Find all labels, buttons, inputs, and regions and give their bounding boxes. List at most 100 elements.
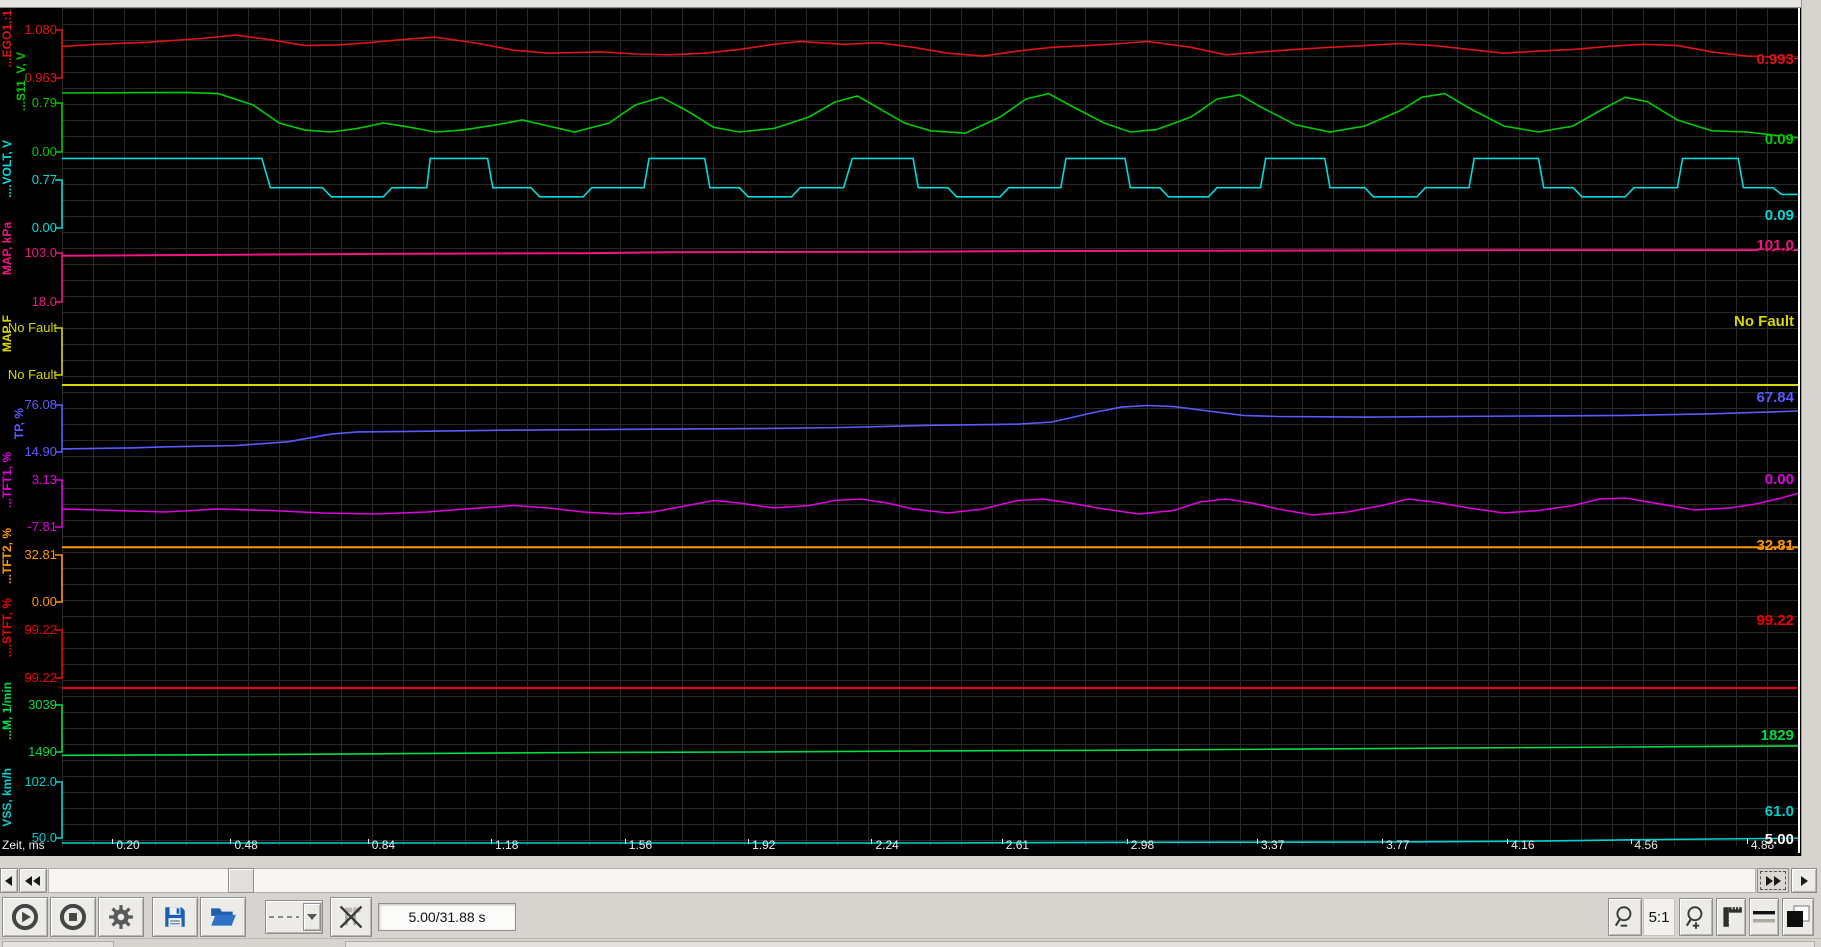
x-tick-5: 1.92 bbox=[748, 839, 775, 852]
scroll-jump-left-button[interactable] bbox=[19, 868, 47, 893]
current-value-volt: 0.09 bbox=[1764, 207, 1794, 224]
double-right-arrow-icon bbox=[1766, 875, 1781, 886]
trace-tp bbox=[61, 404, 1800, 450]
trace-tft1 bbox=[61, 492, 1800, 516]
channel-label-ego1: ...EGO1,:1 bbox=[0, 10, 14, 68]
color-swatch-icon bbox=[1787, 905, 1810, 927]
stop-icon bbox=[59, 903, 87, 931]
current-value-map: 101.0 bbox=[1756, 237, 1794, 254]
current-value-map-fault: No Fault bbox=[1734, 313, 1794, 330]
x-tick-8: 2.98 bbox=[1126, 839, 1154, 852]
zoom-out-icon bbox=[1614, 906, 1632, 927]
x-tick-9: 3.37 bbox=[1257, 839, 1284, 852]
current-value-vss: 61.0 bbox=[1764, 803, 1794, 820]
step-left-icon bbox=[5, 875, 12, 886]
scale-max-tft2: 32.81 bbox=[24, 547, 57, 562]
current-value-rpm: 1829 bbox=[1760, 727, 1794, 744]
save-button[interactable] bbox=[152, 897, 198, 937]
time-position-value: 5.00/31.88 s bbox=[408, 909, 486, 925]
crossed-markers-icon bbox=[339, 905, 363, 929]
window-right-edge bbox=[1801, 0, 1821, 858]
x-tick-11: 4.16 bbox=[1507, 839, 1535, 852]
dropdown-arrow-button[interactable] bbox=[303, 903, 321, 931]
zoom-ratio-display: 5:1 bbox=[1643, 898, 1675, 936]
zoom-ratio-value: 5:1 bbox=[1648, 908, 1670, 926]
trace-rpm bbox=[61, 745, 1800, 757]
scale-max-ego1: 1.080 bbox=[24, 22, 57, 37]
scale-min-map-fault: No Fault bbox=[7, 367, 57, 382]
current-value-tft2: 32.81 bbox=[1756, 537, 1794, 554]
scale-min-ego1: 0.963 bbox=[24, 70, 57, 85]
x-tick-10: 3.77 bbox=[1382, 839, 1409, 852]
current-value-ego1: 0.993 bbox=[1756, 51, 1794, 68]
scale-max-map-fault: No Fault bbox=[7, 320, 57, 335]
cursor-time-value: 5.00 bbox=[1764, 831, 1794, 848]
time-cursor bbox=[1798, 8, 1800, 853]
scale-max-volt: 0.77 bbox=[31, 172, 57, 187]
x-tick-1: 0.48 bbox=[230, 839, 258, 852]
diagnostic-logger-window: ...EGO1,:1 1.080 0.963 0.993 ...S11_V, V 0.79… bbox=[0, 0, 1821, 947]
line-width-button[interactable] bbox=[1749, 898, 1779, 936]
scroll-step-left-button[interactable] bbox=[0, 868, 18, 893]
clipped-field bbox=[345, 941, 1815, 947]
scale-max-map: 103.0 bbox=[24, 245, 57, 260]
scroll-jump-right-button[interactable] bbox=[1757, 868, 1789, 893]
clipped-bottom-row bbox=[0, 938, 1821, 947]
step-right-icon bbox=[1801, 875, 1808, 886]
clipped-control bbox=[2, 941, 114, 947]
scale-min-map: 18.0 bbox=[31, 294, 57, 309]
scale-max-tft1: 3.13 bbox=[31, 472, 57, 487]
save-icon bbox=[165, 907, 185, 927]
x-tick-7: 2.61 bbox=[1001, 839, 1029, 852]
channel-label-volt: ....VOLT, V bbox=[0, 140, 14, 198]
plot-area[interactable]: ...EGO1,:1 1.080 0.963 0.993 ...S11_V, V 0.79… bbox=[0, 8, 1801, 856]
x-tick-4: 1.56 bbox=[624, 839, 652, 852]
zoom-out-button[interactable] bbox=[1608, 898, 1642, 936]
play-button[interactable] bbox=[2, 897, 48, 937]
window-top-edge bbox=[0, 0, 1821, 8]
play-icon bbox=[11, 903, 39, 931]
timeline-scrollbar-track[interactable] bbox=[48, 868, 1756, 893]
traces-layer bbox=[55, 29, 1800, 844]
scale-max-stft: 99.22 bbox=[24, 622, 57, 637]
line-width-icon bbox=[1753, 911, 1775, 923]
chevron-down-icon bbox=[307, 914, 317, 920]
timeline-scrollbar-thumb[interactable] bbox=[228, 868, 254, 893]
trace-volt bbox=[62, 157, 1799, 198]
open-folder-icon bbox=[211, 908, 236, 926]
x-tick-2: 0.84 bbox=[367, 839, 395, 852]
open-file-button[interactable] bbox=[200, 897, 246, 937]
double-left-arrow-icon bbox=[25, 875, 40, 886]
current-value-tft1: 0.00 bbox=[1764, 471, 1794, 488]
time-position-display[interactable]: 5.00/31.88 s bbox=[378, 903, 516, 931]
stop-button[interactable] bbox=[50, 897, 96, 937]
scale-max-rpm: 3039 bbox=[28, 697, 57, 712]
trace-s11v bbox=[61, 91, 1800, 139]
gear-icon bbox=[109, 905, 133, 929]
scale-max-s11v: 0.79 bbox=[31, 95, 57, 110]
ruler-icon bbox=[1723, 907, 1742, 927]
settings-button[interactable] bbox=[98, 897, 144, 937]
line-style-dropdown[interactable] bbox=[265, 900, 323, 934]
bottom-chrome: 5.00/31.88 s 5:1 bbox=[0, 856, 1821, 947]
background-color-button[interactable] bbox=[1782, 898, 1814, 936]
scroll-step-right-button[interactable] bbox=[1791, 868, 1817, 893]
trace-map bbox=[61, 249, 1799, 257]
ruler-button[interactable] bbox=[1716, 898, 1746, 936]
zoom-in-icon bbox=[1685, 906, 1703, 929]
current-value-s11v: 0.09 bbox=[1764, 131, 1794, 148]
trace-ego1 bbox=[61, 34, 1800, 60]
current-value-stft: 99.22 bbox=[1756, 612, 1794, 629]
scale-min-rpm: 1490 bbox=[28, 744, 57, 759]
current-value-tp: 67.84 bbox=[1756, 389, 1794, 406]
x-tick-6: 2.24 bbox=[871, 839, 899, 852]
channel-label-tp: TP, % bbox=[12, 408, 26, 440]
zoom-in-button[interactable] bbox=[1679, 898, 1713, 936]
scale-max-tp: 76.08 bbox=[24, 397, 57, 412]
x-tick-0: 0.20 bbox=[112, 839, 140, 852]
scale-max-vss: 102.0 bbox=[24, 774, 57, 789]
x-axis-label: Zeit, ms bbox=[2, 838, 45, 852]
clear-markers-button[interactable] bbox=[330, 897, 372, 937]
trace-vss bbox=[62, 837, 1800, 844]
x-tick-3: 1.18 bbox=[491, 839, 518, 852]
